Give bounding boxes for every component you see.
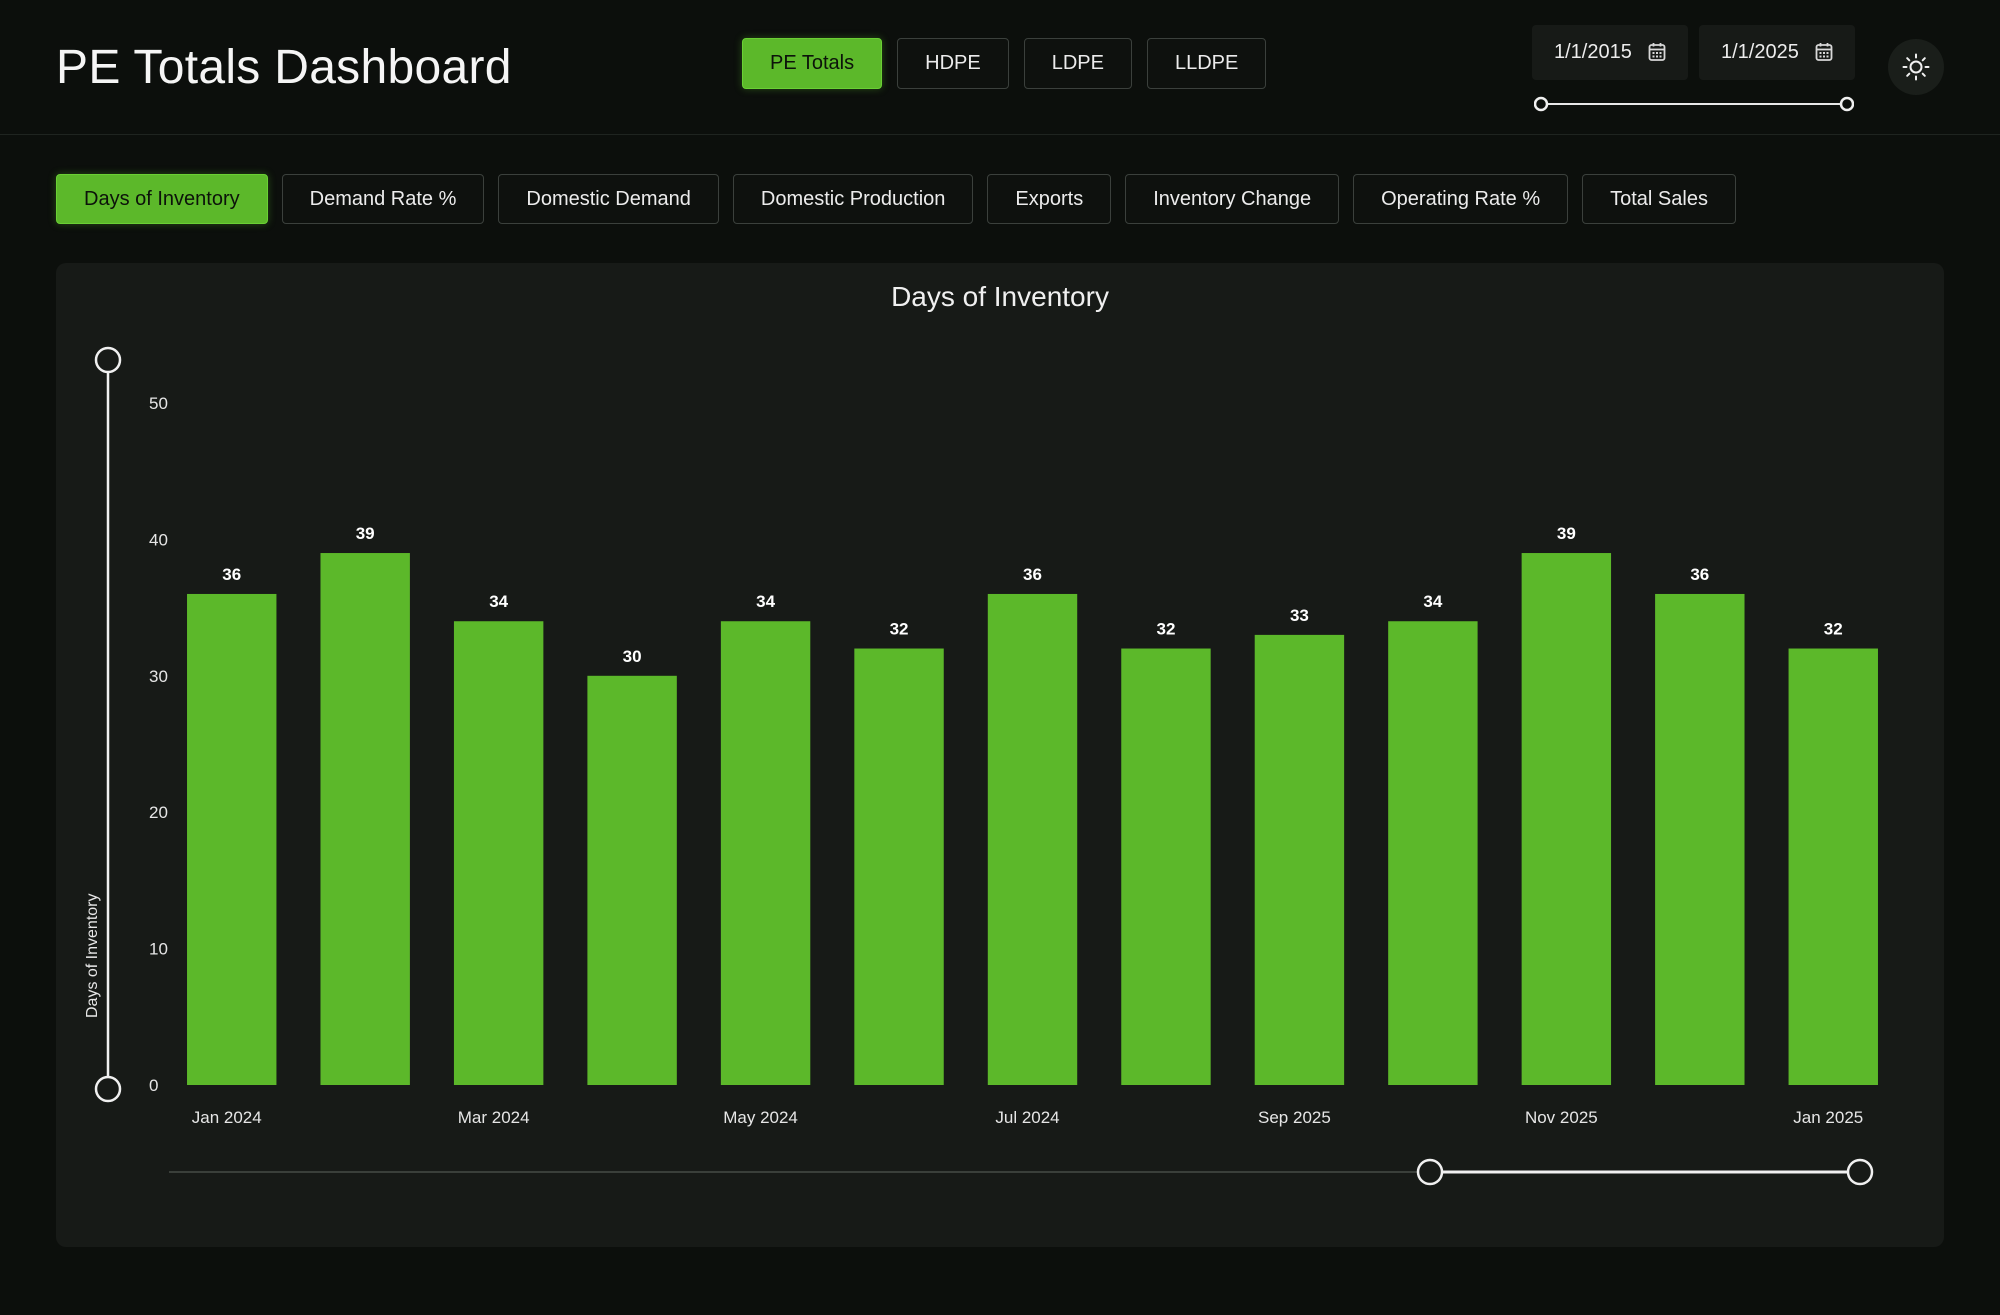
y-tick-label: 30	[149, 667, 168, 686]
y-range-max-handle[interactable]	[94, 346, 122, 374]
bar[interactable]	[1788, 648, 1878, 1085]
metric-tab-inventory-change[interactable]: Inventory Change	[1125, 174, 1340, 224]
bar-value-label: 34	[756, 592, 775, 611]
bar-value-label: 34	[489, 592, 508, 611]
tab-lldpe[interactable]: LLDPE	[1146, 38, 1267, 89]
x-tick-label: Jan 2025	[1793, 1108, 1863, 1127]
date-range-start-handle[interactable]	[1534, 96, 1549, 112]
metric-tab-demand-rate[interactable]: Demand Rate %	[281, 174, 485, 224]
metric-tab-exports[interactable]: Exports	[987, 174, 1112, 224]
product-tabs: PE Totals HDPE LDPE LLDPE	[742, 38, 1267, 89]
tab-ldpe[interactable]: LDPE	[1023, 38, 1132, 89]
bar-value-label: 34	[1423, 592, 1442, 611]
y-tick-label: 0	[149, 1076, 158, 1095]
metric-tab-total-sales[interactable]: Total Sales	[1582, 174, 1736, 224]
date-range-end-handle[interactable]	[1839, 96, 1854, 112]
tab-hdpe[interactable]: HDPE	[897, 38, 1009, 89]
x-range-start-handle[interactable]	[1416, 1158, 1444, 1186]
metric-tab-operating-rate[interactable]: Operating Rate %	[1353, 174, 1569, 224]
bar-value-label: 36	[1690, 565, 1709, 584]
metric-tab-domestic-production[interactable]: Domestic Production	[732, 174, 974, 224]
y-tick-label: 40	[149, 530, 168, 549]
bar[interactable]	[987, 593, 1078, 1085]
calendar-icon[interactable]	[1815, 42, 1833, 62]
x-tick-label: May 2024	[723, 1108, 798, 1127]
y-tick-label: 50	[149, 394, 168, 413]
bar[interactable]	[320, 553, 410, 1085]
y-range-slider[interactable]	[94, 346, 122, 1103]
y-range-min-handle[interactable]	[94, 1075, 122, 1103]
end-date-input[interactable]: 1/1/2025	[1699, 25, 1855, 80]
bar-value-label: 33	[1290, 606, 1309, 625]
bar[interactable]	[1254, 634, 1345, 1085]
start-date-input[interactable]: 1/1/2015	[1532, 25, 1688, 80]
bar[interactable]	[720, 621, 811, 1085]
bar[interactable]	[1388, 621, 1478, 1085]
header: PE Totals Dashboard PE Totals HDPE LDPE …	[0, 0, 2000, 135]
bar-value-label: 36	[1023, 565, 1042, 584]
bar-value-label: 39	[1557, 524, 1576, 543]
bar[interactable]	[187, 593, 277, 1085]
page-title: PE Totals Dashboard	[56, 41, 512, 94]
x-tick-label: Jan 2024	[192, 1108, 262, 1127]
x-range-end-handle[interactable]	[1846, 1158, 1874, 1186]
end-date-value: 1/1/2025	[1721, 41, 1799, 63]
metric-tabs: Days of Inventory Demand Rate % Domestic…	[56, 174, 1736, 224]
x-tick-label: Jul 2024	[995, 1108, 1059, 1127]
bar-value-label: 36	[222, 565, 241, 584]
x-tick-label: Mar 2024	[458, 1108, 530, 1127]
bar[interactable]	[1521, 553, 1612, 1085]
bar-value-label: 32	[1157, 620, 1176, 639]
bar[interactable]	[453, 621, 544, 1085]
bar-value-label: 39	[356, 524, 375, 543]
x-range-slider[interactable]	[169, 1158, 1874, 1186]
y-tick-label: 10	[149, 940, 168, 959]
sun-icon	[1902, 53, 1930, 81]
metric-tab-domestic-demand[interactable]: Domestic Demand	[498, 174, 719, 224]
date-range-slider[interactable]	[1534, 92, 1854, 116]
metric-tab-days-of-inventory[interactable]: Days of Inventory	[56, 174, 268, 224]
bar-chart: 0 10 20 30 40 50 36 Jan 2024 39 34 Mar 2024 30 34 May…	[94, 346, 1878, 1186]
y-tick-label: 20	[149, 803, 168, 822]
theme-toggle-button[interactable]	[1888, 39, 1944, 95]
chart-card: Days of Inventory Days of Inventory 0 10 2…	[56, 263, 1944, 1247]
bar[interactable]	[587, 675, 677, 1085]
bar[interactable]	[1655, 593, 1745, 1085]
tab-pe-totals[interactable]: PE Totals	[742, 38, 883, 89]
start-date-value: 1/1/2015	[1554, 41, 1632, 63]
bar-value-label: 32	[890, 620, 909, 639]
x-tick-label: Nov 2025	[1525, 1108, 1598, 1127]
bar[interactable]	[854, 648, 944, 1085]
x-tick-label: Sep 2025	[1258, 1108, 1331, 1127]
bar-value-label: 32	[1824, 620, 1843, 639]
calendar-icon[interactable]	[1648, 42, 1666, 62]
bar-value-label: 30	[623, 647, 642, 666]
bar[interactable]	[1121, 648, 1211, 1085]
